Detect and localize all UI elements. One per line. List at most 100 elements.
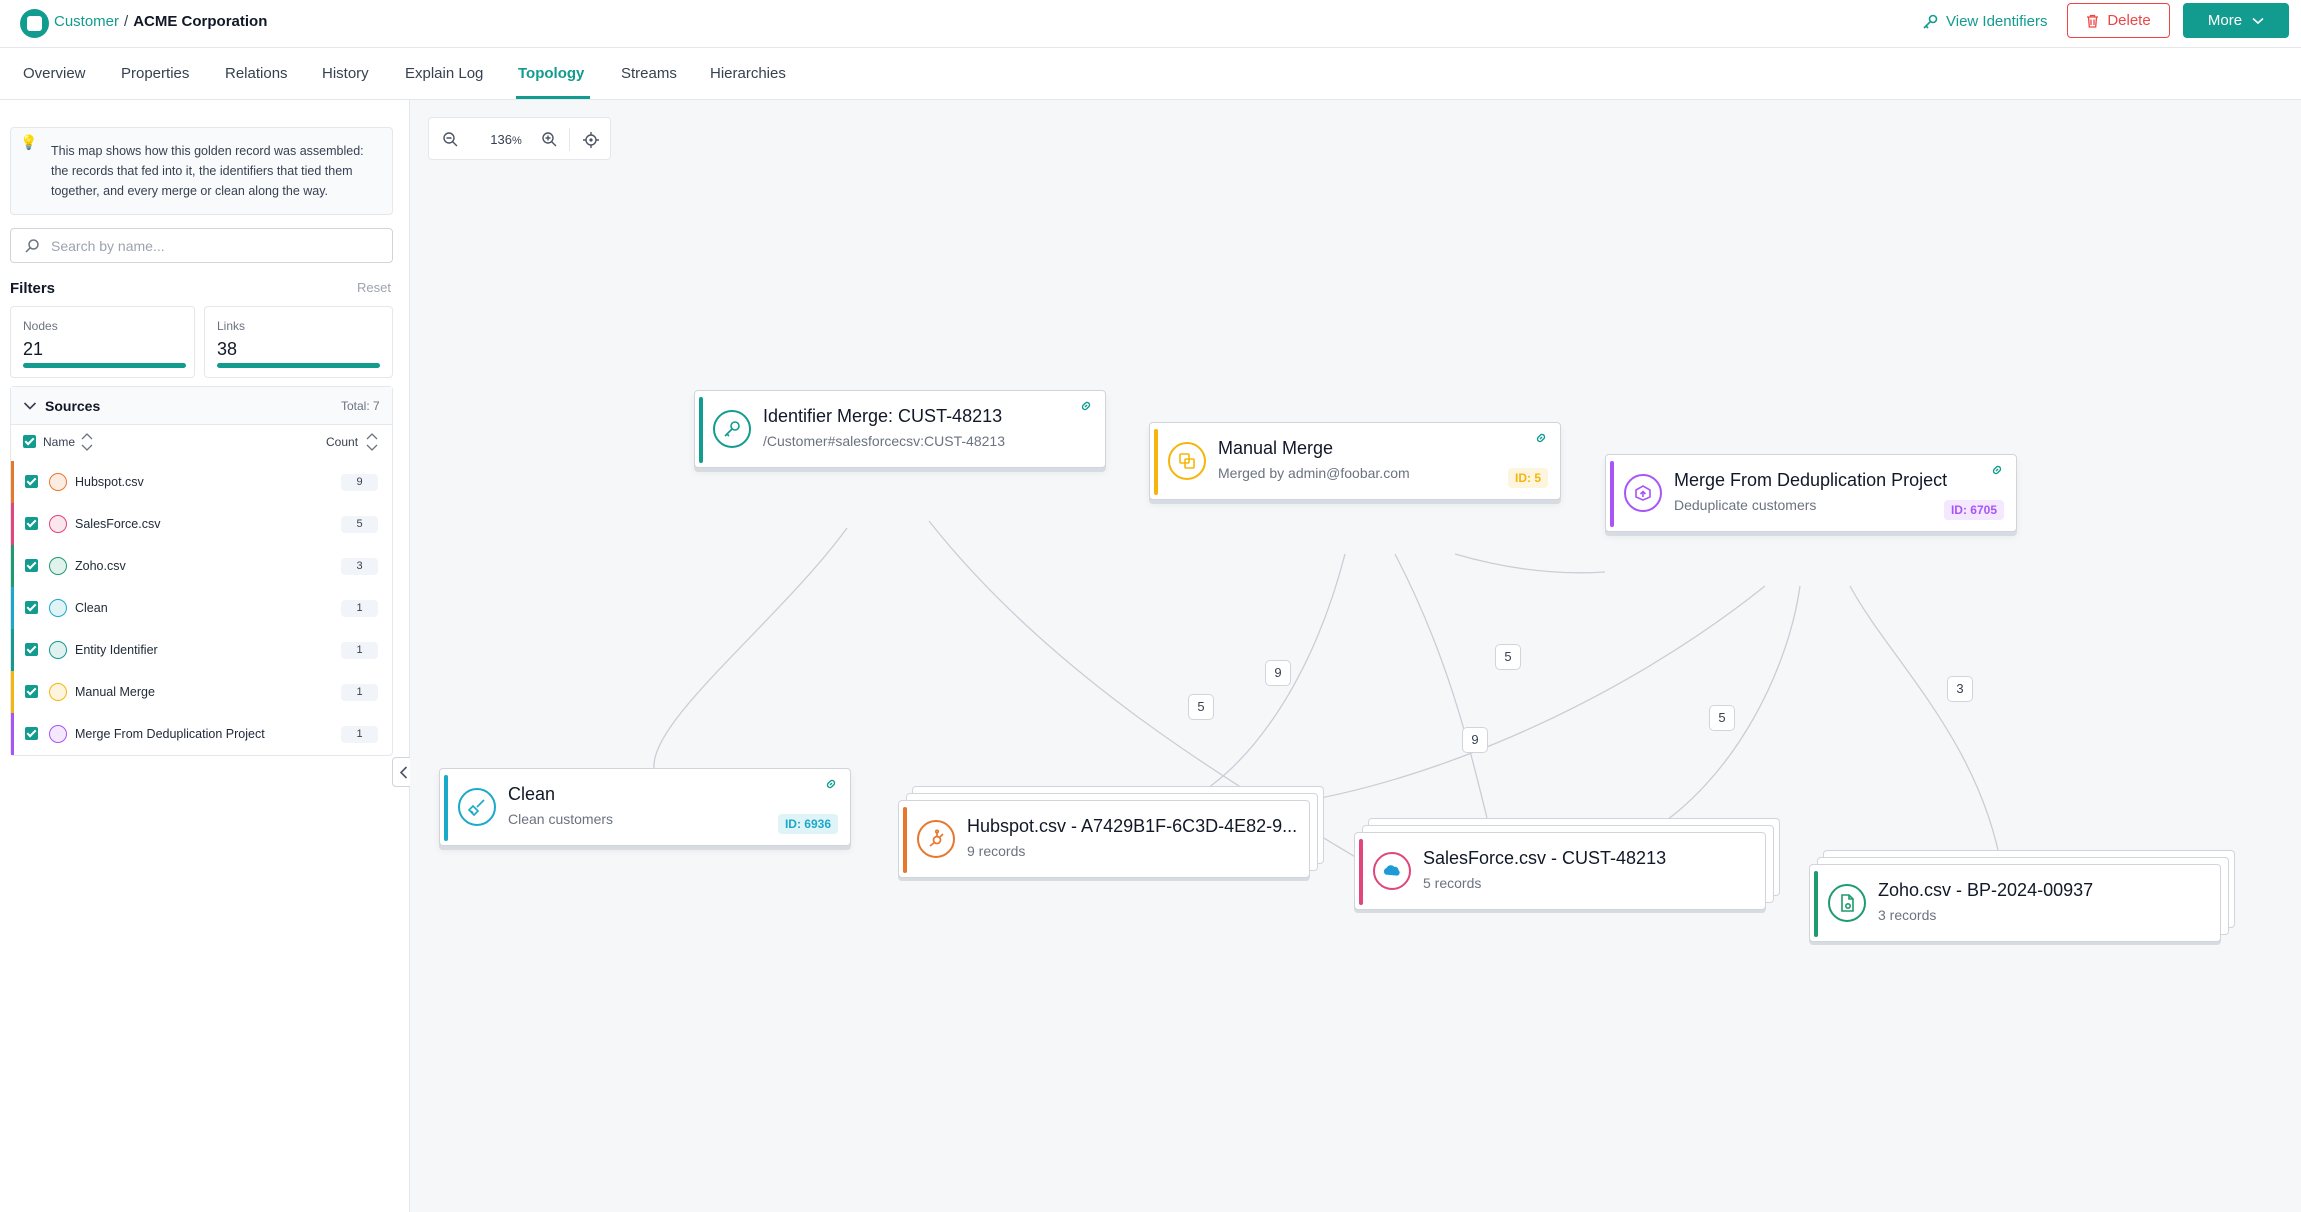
count-column-header[interactable]: Count <box>326 435 358 449</box>
tab-bar: Overview Properties Relations History Ex… <box>0 49 2301 100</box>
source-count: 1 <box>341 726 378 743</box>
tab-relations[interactable]: Relations <box>225 65 288 82</box>
source-name: Entity Identifier <box>75 643 158 657</box>
source-count: 1 <box>341 600 378 617</box>
hubspot-record-node[interactable]: Hubspot.csv - A7429B1F-6C3D-4E82-9... 9 … <box>898 800 1310 878</box>
recenter-icon[interactable] <box>582 131 600 149</box>
edge-label-dedup-hubspot: 9 <box>1462 727 1488 753</box>
sort-icon[interactable] <box>81 431 93 453</box>
node-accent <box>1814 871 1818 937</box>
zoom-out-icon[interactable] <box>442 131 460 149</box>
source-checkbox[interactable] <box>25 727 38 740</box>
zoom-in-icon[interactable] <box>541 131 559 149</box>
node-subtitle: Merged by admin@foobar.com <box>1218 465 1410 481</box>
node-title: Hubspot.csv - A7429B1F-6C3D-4E82-9... <box>967 816 1298 836</box>
tab-properties[interactable]: Properties <box>121 65 189 82</box>
source-accent <box>11 545 14 587</box>
node-accent <box>1610 461 1614 527</box>
zoho-icon <box>49 557 67 575</box>
edge-label-manual-hubspot: 9 <box>1265 660 1291 686</box>
source-row[interactable]: Entity Identifier 1 <box>11 629 392 671</box>
source-checkbox[interactable] <box>25 685 38 698</box>
hubspot-icon <box>49 473 67 491</box>
source-row[interactable]: Manual Merge 1 <box>11 671 392 713</box>
source-checkbox[interactable] <box>25 601 38 614</box>
id-badge: ID: 6705 <box>1943 500 2004 520</box>
node-title: Clean <box>508 784 556 804</box>
more-button[interactable]: More <box>2183 3 2289 38</box>
manual-merge-node[interactable]: Manual Merge Merged by admin@foobar.com … <box>1149 422 1561 500</box>
breadcrumb-separator: / <box>124 13 129 30</box>
tab-overview[interactable]: Overview <box>23 65 86 82</box>
breadcrumb-parent-link[interactable]: Customer <box>54 13 119 30</box>
source-row[interactable]: Clean 1 <box>11 587 392 629</box>
sources-header[interactable]: Sources Total: 7 <box>11 387 392 425</box>
node-title: Identifier Merge: CUST-48213 <box>763 406 1003 426</box>
link-icon[interactable] <box>1534 431 1548 445</box>
app-logo-icon[interactable] <box>20 9 49 38</box>
reset-button[interactable]: Reset <box>357 280 391 295</box>
edge-label-dedup-zoho: 3 <box>1947 676 1973 702</box>
edge-label-identifier-salesforce: 5 <box>1188 694 1214 720</box>
node-subtitle: 9 records <box>967 843 1026 859</box>
zoho-record-node[interactable]: Zoho.csv - BP-2024-00937 3 records <box>1809 864 2221 942</box>
source-name: Zoho.csv <box>75 559 126 573</box>
edge-dedup-hubspot <box>1269 585 1766 807</box>
source-accent <box>11 587 14 629</box>
more-label: More <box>2207 12 2243 29</box>
clean-node[interactable]: Clean Clean customers ID: 6936 <box>439 768 851 846</box>
sources-column-header: Name Count <box>11 425 392 461</box>
source-checkbox[interactable] <box>25 559 38 572</box>
select-all-checkbox[interactable] <box>23 435 36 448</box>
salesforce-icon <box>49 515 67 533</box>
sort-icon[interactable] <box>366 431 378 453</box>
edge-dedup-zoho <box>1849 585 2003 871</box>
info-callout: This map shows how this golden record wa… <box>10 127 393 215</box>
chevron-down-icon[interactable] <box>23 401 37 411</box>
tab-topology[interactable]: Topology <box>518 65 584 82</box>
delete-button[interactable]: Delete <box>2067 3 2170 38</box>
edge-identifier-clean <box>653 527 848 769</box>
tab-history[interactable]: History <box>322 65 369 82</box>
source-accent <box>11 629 14 671</box>
nodes-stat-label: Nodes <box>23 319 58 333</box>
topology-canvas[interactable]: 136% Identifier Merge: CUST-48213 /Custo… <box>410 100 2301 1212</box>
dedup-merge-node[interactable]: Merge From Deduplication Project Dedupli… <box>1605 454 2017 532</box>
source-row[interactable]: Hubspot.csv 9 <box>11 461 392 503</box>
source-checkbox[interactable] <box>25 517 38 530</box>
salesforce-record-node[interactable]: SalesForce.csv - CUST-48213 5 records <box>1354 832 1766 910</box>
source-row[interactable]: Zoho.csv 3 <box>11 545 392 587</box>
source-count: 5 <box>341 516 378 533</box>
link-icon[interactable] <box>1079 399 1093 413</box>
breadcrumb: Customer / ACME Corporation <box>54 13 267 30</box>
view-identifiers-button[interactable]: View Identifiers <box>1922 13 2047 30</box>
identifier-merge-node[interactable]: Identifier Merge: CUST-48213 /Customer#s… <box>694 390 1106 468</box>
filters-title: Filters <box>10 280 56 297</box>
link-icon[interactable] <box>824 777 838 791</box>
name-column-header[interactable]: Name <box>43 435 75 449</box>
source-accent <box>11 461 14 503</box>
trash-icon <box>2087 14 2099 28</box>
tab-streams[interactable]: Streams <box>621 65 677 82</box>
node-title: Manual Merge <box>1218 438 1334 458</box>
search-input[interactable] <box>10 228 393 263</box>
links-stat: Links 38 <box>204 306 393 378</box>
source-checkbox[interactable] <box>25 643 38 656</box>
salesforce-icon <box>1373 852 1411 890</box>
sources-panel: Sources Total: 7 Name Count Hubspot.csv 9… <box>10 386 393 756</box>
broom-icon <box>458 788 496 826</box>
tab-explain-log[interactable]: Explain Log <box>405 65 483 82</box>
sources-total: Total: 7 <box>341 399 380 413</box>
source-row[interactable]: SalesForce.csv 5 <box>11 503 392 545</box>
link-icon[interactable] <box>1990 463 2004 477</box>
merge-icon <box>49 683 67 701</box>
node-accent <box>699 397 703 463</box>
source-row[interactable]: Merge From Deduplication Project 1 <box>11 713 392 755</box>
zoom-value: 136 <box>490 132 512 147</box>
edge-label-manual-salesforce: 5 <box>1495 644 1521 670</box>
source-count: 3 <box>341 558 378 575</box>
source-checkbox[interactable] <box>25 475 38 488</box>
nodes-stat-bar-fill <box>23 363 186 368</box>
chevron-left-icon <box>399 766 408 779</box>
tab-hierarchies[interactable]: Hierarchies <box>710 65 786 82</box>
